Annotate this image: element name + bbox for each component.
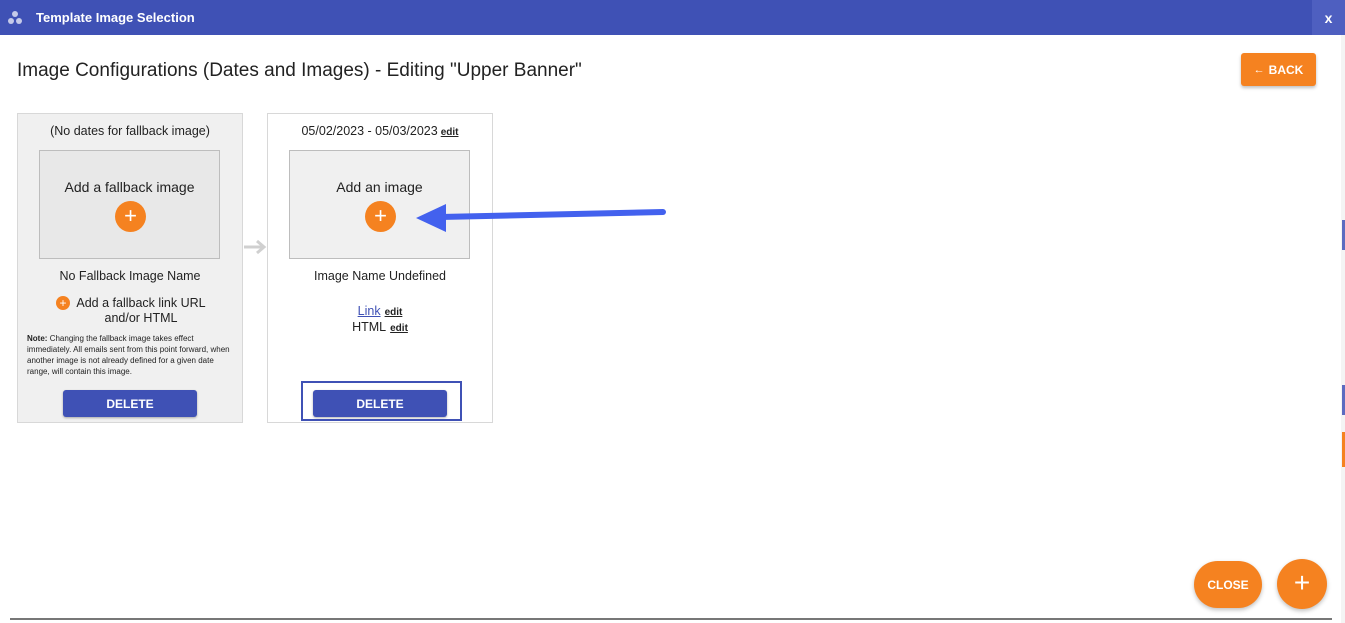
fallback-image-dropzone[interactable]: Add a fallback image + — [39, 150, 220, 259]
scrollbar-track[interactable] — [1341, 35, 1345, 623]
note-label: Note: — [27, 334, 48, 343]
link-label[interactable]: Link — [358, 304, 381, 318]
arrow-left-icon: ← — [1253, 63, 1265, 76]
plus-icon: + — [56, 296, 70, 310]
html-label: HTML — [352, 320, 387, 334]
window-title: Template Image Selection — [36, 10, 195, 25]
dated-image-card: 05/02/2023 - 05/03/2023 edit Add an image… — [267, 113, 493, 423]
add-configuration-button[interactable]: + — [1277, 559, 1327, 609]
add-fallback-link[interactable]: + Add a fallback link URL and/or HTML — [56, 296, 218, 326]
add-fallback-link-label: Add a fallback link URL and/or HTML — [76, 296, 206, 325]
annotation-arrow-icon — [416, 204, 666, 232]
close-button[interactable]: CLOSE — [1194, 561, 1262, 608]
arrow-right-icon — [244, 239, 267, 255]
note-text: Changing the fallback image takes effect… — [27, 334, 230, 376]
delete-highlight-annotation — [301, 381, 462, 421]
fallback-note: Note: Changing the fallback image takes … — [27, 333, 237, 377]
add-image-label: Add an image — [336, 179, 423, 195]
edit-link-link[interactable]: edit — [385, 307, 403, 318]
back-button[interactable]: ← BACK — [1241, 53, 1316, 86]
page-title: Image Configurations (Dates and Images) … — [17, 60, 582, 81]
image-name: Image Name Undefined — [313, 269, 447, 283]
fallback-image-card: (No dates for fallback image) Add a fall… — [17, 113, 243, 423]
fallback-card-header: (No dates for fallback image) — [50, 124, 210, 138]
link-html-section: Link edit HTML edit — [268, 304, 492, 336]
fallback-image-label: Add a fallback image — [64, 179, 195, 195]
fallback-image-name: No Fallback Image Name — [59, 269, 201, 283]
divider — [10, 618, 1332, 620]
window-titlebar: Template Image Selection x — [0, 0, 1345, 35]
window-close-button[interactable]: x — [1312, 0, 1345, 35]
add-fallback-image-icon[interactable]: + — [115, 201, 146, 232]
add-image-icon[interactable]: + — [365, 201, 396, 232]
edit-html-link[interactable]: edit — [390, 323, 408, 334]
back-button-label: BACK — [1268, 62, 1304, 77]
date-range-header: 05/02/2023 - 05/03/2023 edit — [268, 124, 492, 138]
edit-date-range-link[interactable]: edit — [441, 127, 459, 138]
delete-fallback-button[interactable]: DELETE — [63, 390, 197, 417]
date-range: 05/02/2023 - 05/03/2023 — [301, 124, 438, 138]
app-logo-icon — [8, 11, 22, 24]
